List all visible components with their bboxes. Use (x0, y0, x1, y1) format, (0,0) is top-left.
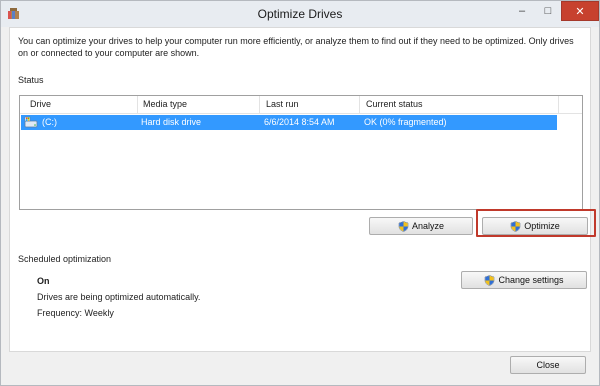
schedule-detail: Drives are being optimized automatically… (37, 292, 201, 302)
cell-media-type: Hard disk drive (141, 117, 202, 127)
column-header-last-run[interactable]: Last run (262, 99, 299, 113)
change-settings-button-label: Change settings (498, 275, 564, 285)
optimize-button-label: Optimize (524, 221, 560, 231)
list-header: Drive Media type Last run Current status (20, 96, 582, 114)
schedule-state: On (37, 276, 50, 286)
close-window-button[interactable]: ✕ (561, 1, 599, 21)
schedule-frequency: Frequency: Weekly (37, 308, 114, 318)
table-row[interactable]: (C:) Hard disk drive 6/6/2014 8:54 AM OK… (21, 115, 557, 130)
column-separator[interactable] (137, 96, 138, 113)
cell-drive: (C:) (42, 117, 57, 127)
uac-shield-icon (510, 220, 521, 232)
maximize-button[interactable]: □ (535, 1, 561, 21)
uac-shield-icon (485, 274, 495, 286)
column-separator[interactable] (259, 96, 260, 113)
minimize-button[interactable]: – (509, 1, 535, 21)
scheduled-optimization-label: Scheduled optimization (18, 254, 112, 264)
title-bar[interactable]: Optimize Drives – □ ✕ (1, 1, 599, 27)
column-separator[interactable] (558, 96, 559, 113)
drives-list[interactable]: Drive Media type Last run Current status (19, 95, 583, 210)
column-header-media-type[interactable]: Media type (139, 99, 187, 113)
content-panel: You can optimize your drives to help you… (9, 27, 596, 352)
column-header-drive[interactable]: Drive (26, 99, 51, 113)
optimize-drives-window: Optimize Drives – □ ✕ You can optimize y… (0, 0, 600, 386)
optimize-button[interactable]: Optimize (482, 217, 588, 235)
analyze-button[interactable]: Analyze (369, 217, 473, 235)
description-text: You can optimize your drives to help you… (18, 36, 574, 58)
close-button[interactable]: Close (510, 356, 586, 374)
analyze-button-label: Analyze (411, 221, 445, 231)
uac-shield-icon (398, 220, 409, 232)
change-settings-button[interactable]: Change settings (461, 271, 587, 289)
hard-drive-icon (24, 116, 38, 128)
cell-current-status: OK (0% fragmented) (364, 117, 447, 127)
cell-last-run: 6/6/2014 8:54 AM (264, 117, 335, 127)
column-separator[interactable] (359, 96, 360, 113)
status-label: Status (18, 75, 44, 85)
column-header-current-status[interactable]: Current status (362, 99, 423, 113)
